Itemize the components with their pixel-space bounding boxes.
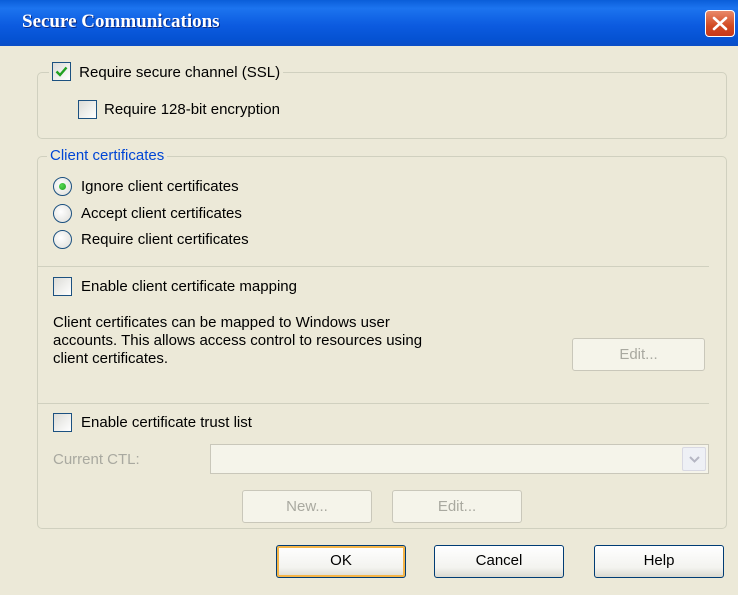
title-bar[interactable]: Secure Communications	[0, 0, 738, 46]
accept-client-certificates-radio[interactable]	[53, 204, 72, 223]
certificate-mapping-description: Client certificates can be mapped to Win…	[53, 314, 423, 367]
enable-trust-list-label: Enable certificate trust list	[81, 414, 252, 431]
cancel-button[interactable]: Cancel	[434, 545, 564, 578]
section-divider	[38, 266, 709, 267]
require-ssl-checkbox[interactable]	[52, 62, 71, 81]
require-128bit-label: Require 128-bit encryption	[104, 101, 280, 118]
require-client-certificates-radio[interactable]	[53, 230, 72, 249]
dropdown-arrow-button[interactable]	[682, 447, 706, 471]
help-button[interactable]: Help	[594, 545, 724, 578]
secure-communications-dialog: Secure Communications Require secure cha…	[0, 0, 738, 595]
chevron-down-icon	[689, 456, 700, 463]
section-divider	[38, 403, 709, 404]
window-title: Secure Communications	[22, 11, 220, 32]
radio-selected-dot	[59, 183, 66, 190]
accept-client-certificates-label: Accept client certificates	[81, 205, 242, 222]
enable-certificate-mapping-label: Enable client certificate mapping	[81, 278, 297, 295]
client-certificates-legend: Client certificates	[47, 147, 168, 165]
ok-button[interactable]: OK	[276, 545, 406, 578]
require-128bit-checkbox[interactable]	[78, 100, 97, 119]
close-button[interactable]	[705, 10, 735, 37]
current-ctl-select[interactable]	[210, 444, 709, 474]
ssl-group-legend: Require secure channel (SSL)	[49, 62, 284, 82]
ctl-new-button[interactable]: New...	[242, 490, 372, 523]
ctl-edit-button[interactable]: Edit...	[392, 490, 522, 523]
ignore-client-certificates-radio[interactable]	[53, 177, 72, 196]
ignore-client-certificates-label: Ignore client certificates	[81, 178, 239, 195]
enable-trust-list-checkbox[interactable]	[53, 413, 72, 432]
enable-certificate-mapping-checkbox[interactable]	[53, 277, 72, 296]
current-ctl-label: Current CTL:	[53, 451, 140, 468]
require-client-certificates-label: Require client certificates	[81, 231, 249, 248]
checkmark-icon	[55, 66, 68, 77]
require-ssl-label: Require secure channel (SSL)	[79, 64, 281, 81]
mapping-edit-button[interactable]: Edit...	[572, 338, 705, 371]
